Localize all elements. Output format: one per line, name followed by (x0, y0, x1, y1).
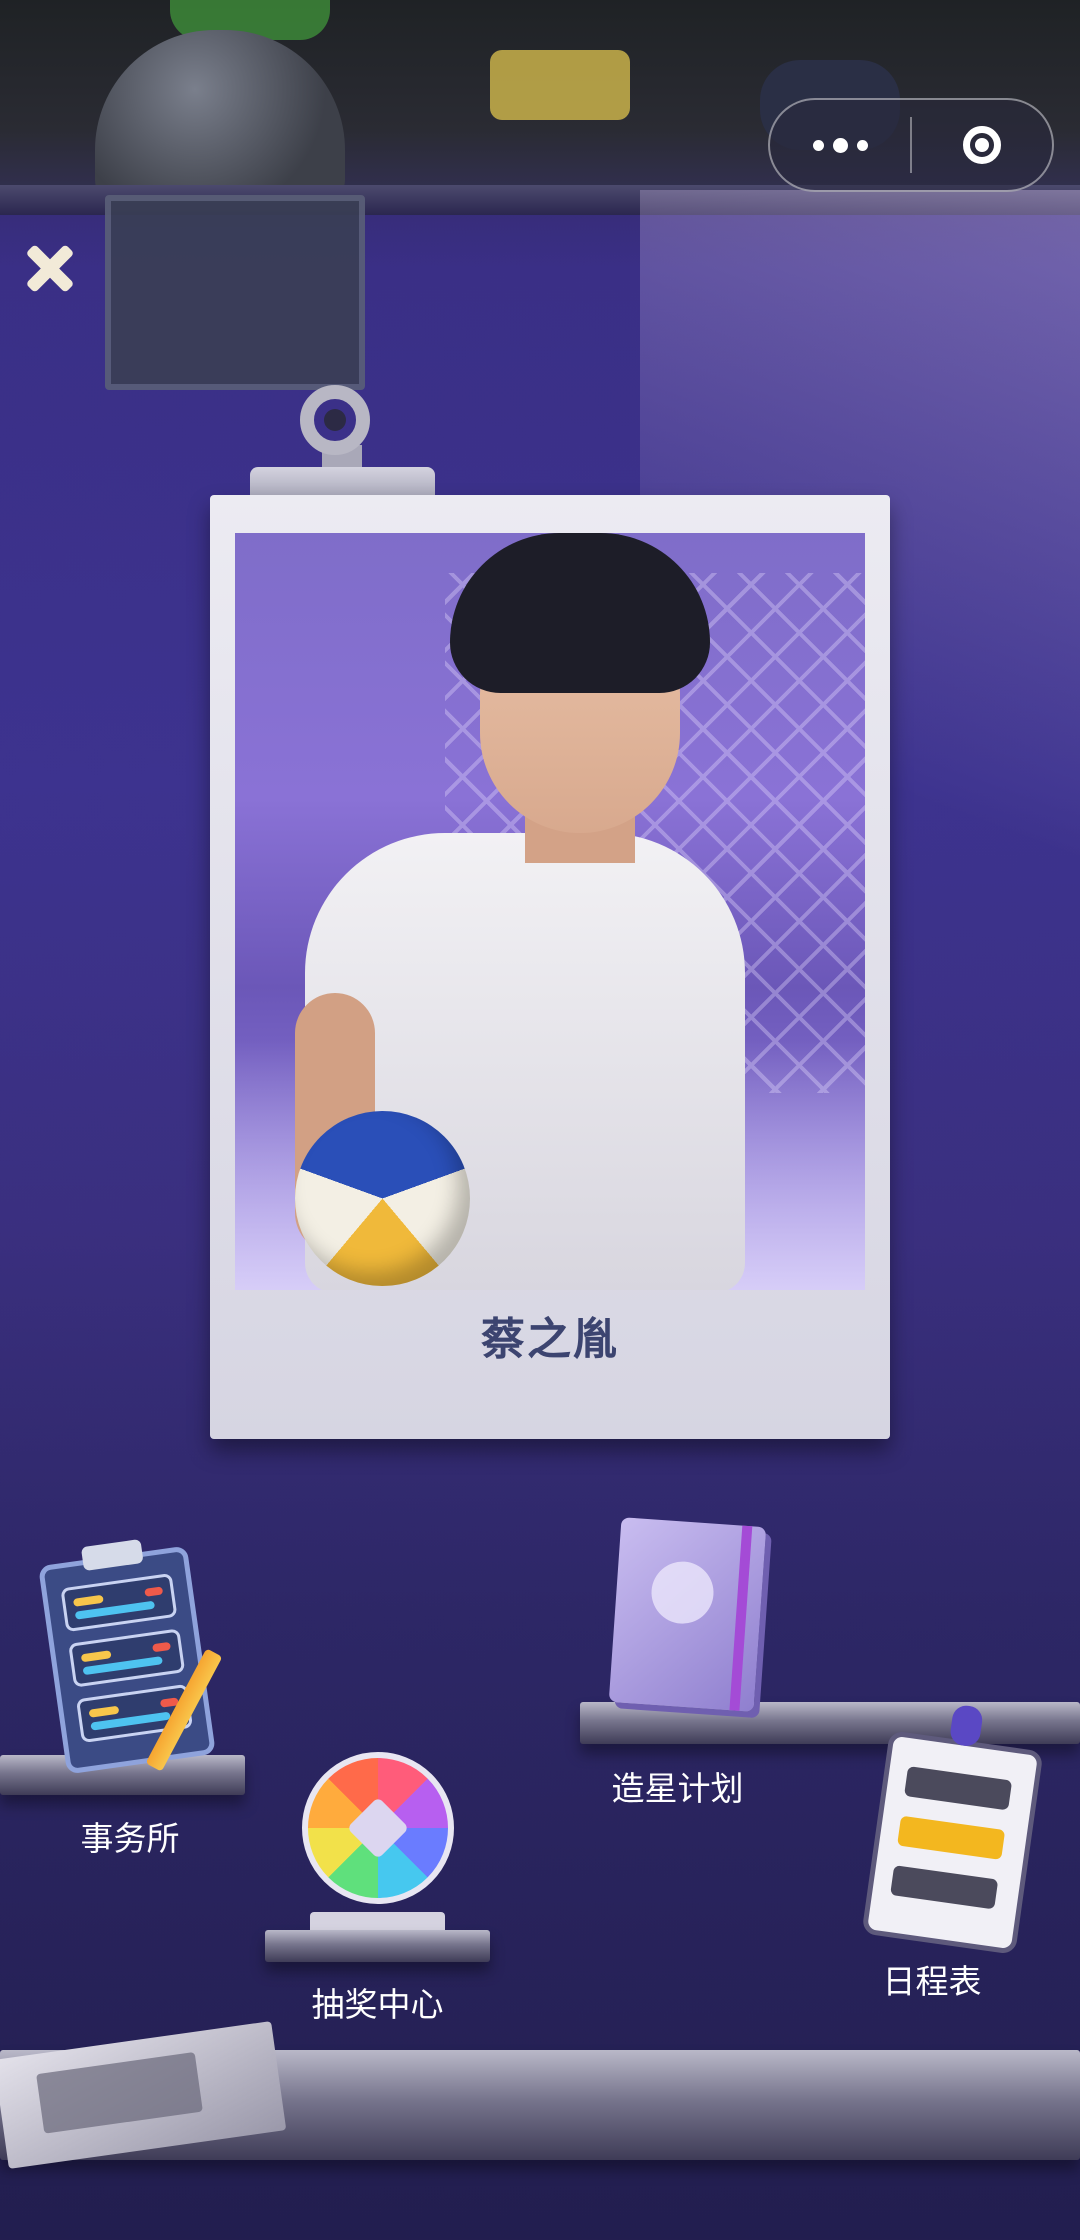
lottery-label[interactable]: 抽奖中心 (290, 1978, 465, 2026)
helmet-decoration (95, 30, 345, 200)
schedule-board-icon[interactable] (861, 1703, 1044, 1955)
box-decoration (490, 50, 630, 120)
more-dots-icon[interactable] (770, 100, 910, 190)
star-plan-label[interactable]: 造星计划 (590, 1762, 765, 1810)
character-card[interactable]: 蔡之胤 (210, 495, 890, 1439)
close-icon[interactable] (20, 238, 80, 298)
agency-label[interactable]: 事务所 (55, 1812, 205, 1860)
star-plan-shelf (580, 1702, 1080, 1744)
volleyball-icon (295, 1111, 470, 1286)
character-name: 蔡之胤 (481, 1314, 619, 1365)
schedule-label[interactable]: 日程表 (862, 1955, 1002, 2003)
character-hair (450, 533, 710, 693)
miniprogram-capsule (768, 98, 1054, 192)
clipboard-icon[interactable] (38, 1538, 216, 1775)
prize-wheel-icon[interactable] (302, 1752, 454, 1904)
character-portrait (235, 533, 865, 1290)
notebook-icon[interactable] (608, 1517, 767, 1712)
wall-poster (105, 195, 365, 390)
lottery-shelf (265, 1930, 490, 1962)
target-circle-icon[interactable] (912, 126, 1052, 164)
